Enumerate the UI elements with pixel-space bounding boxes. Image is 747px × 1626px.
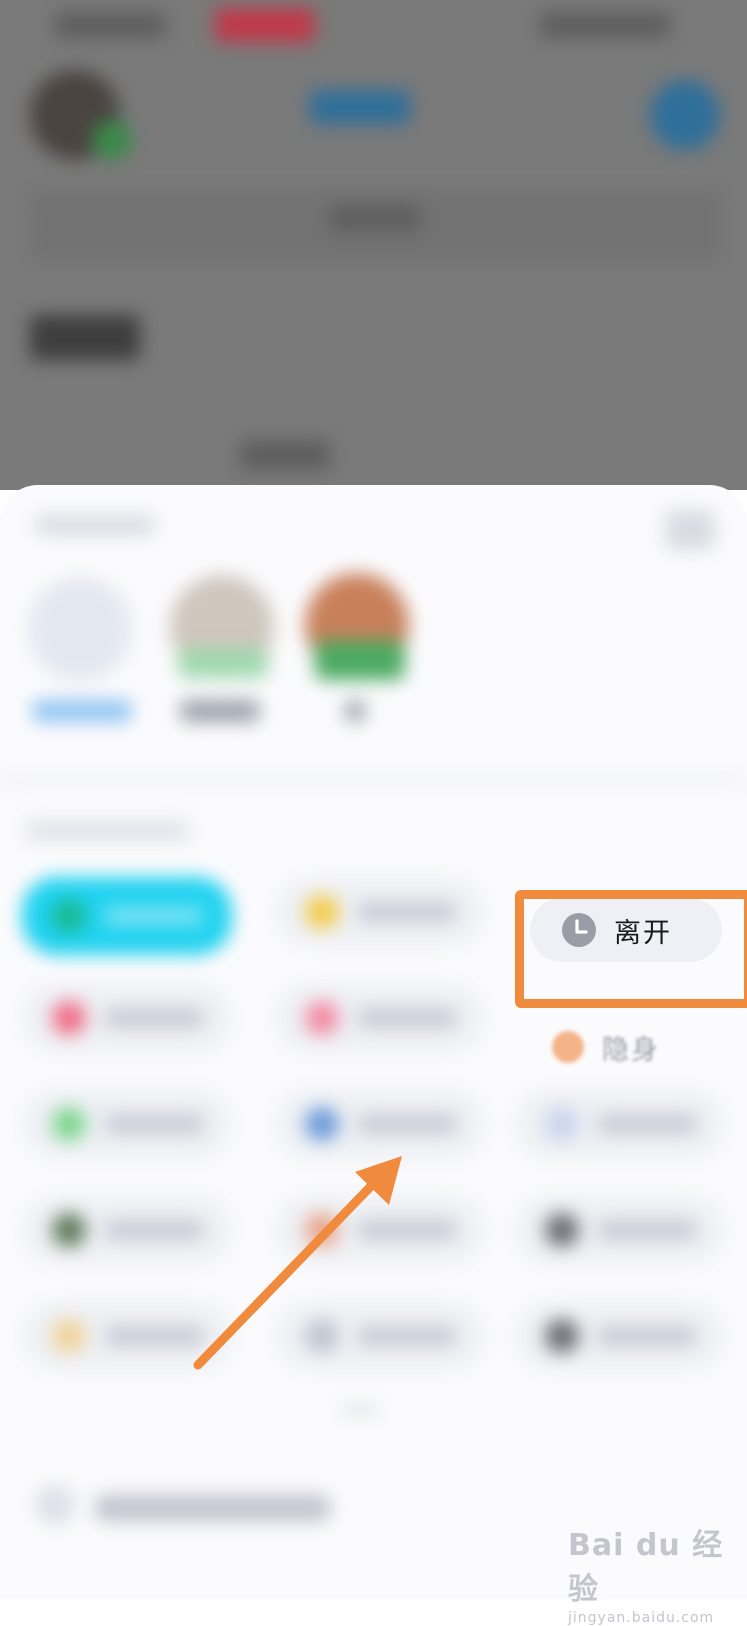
watermark-brand: Bai du 经验 (568, 1528, 724, 1607)
watermark: Bai du 经验 jingyan.baidu.com (568, 1520, 738, 1626)
watermark-site: jingyan.baidu.com (568, 1610, 715, 1626)
arrow-icon (193, 1156, 402, 1370)
